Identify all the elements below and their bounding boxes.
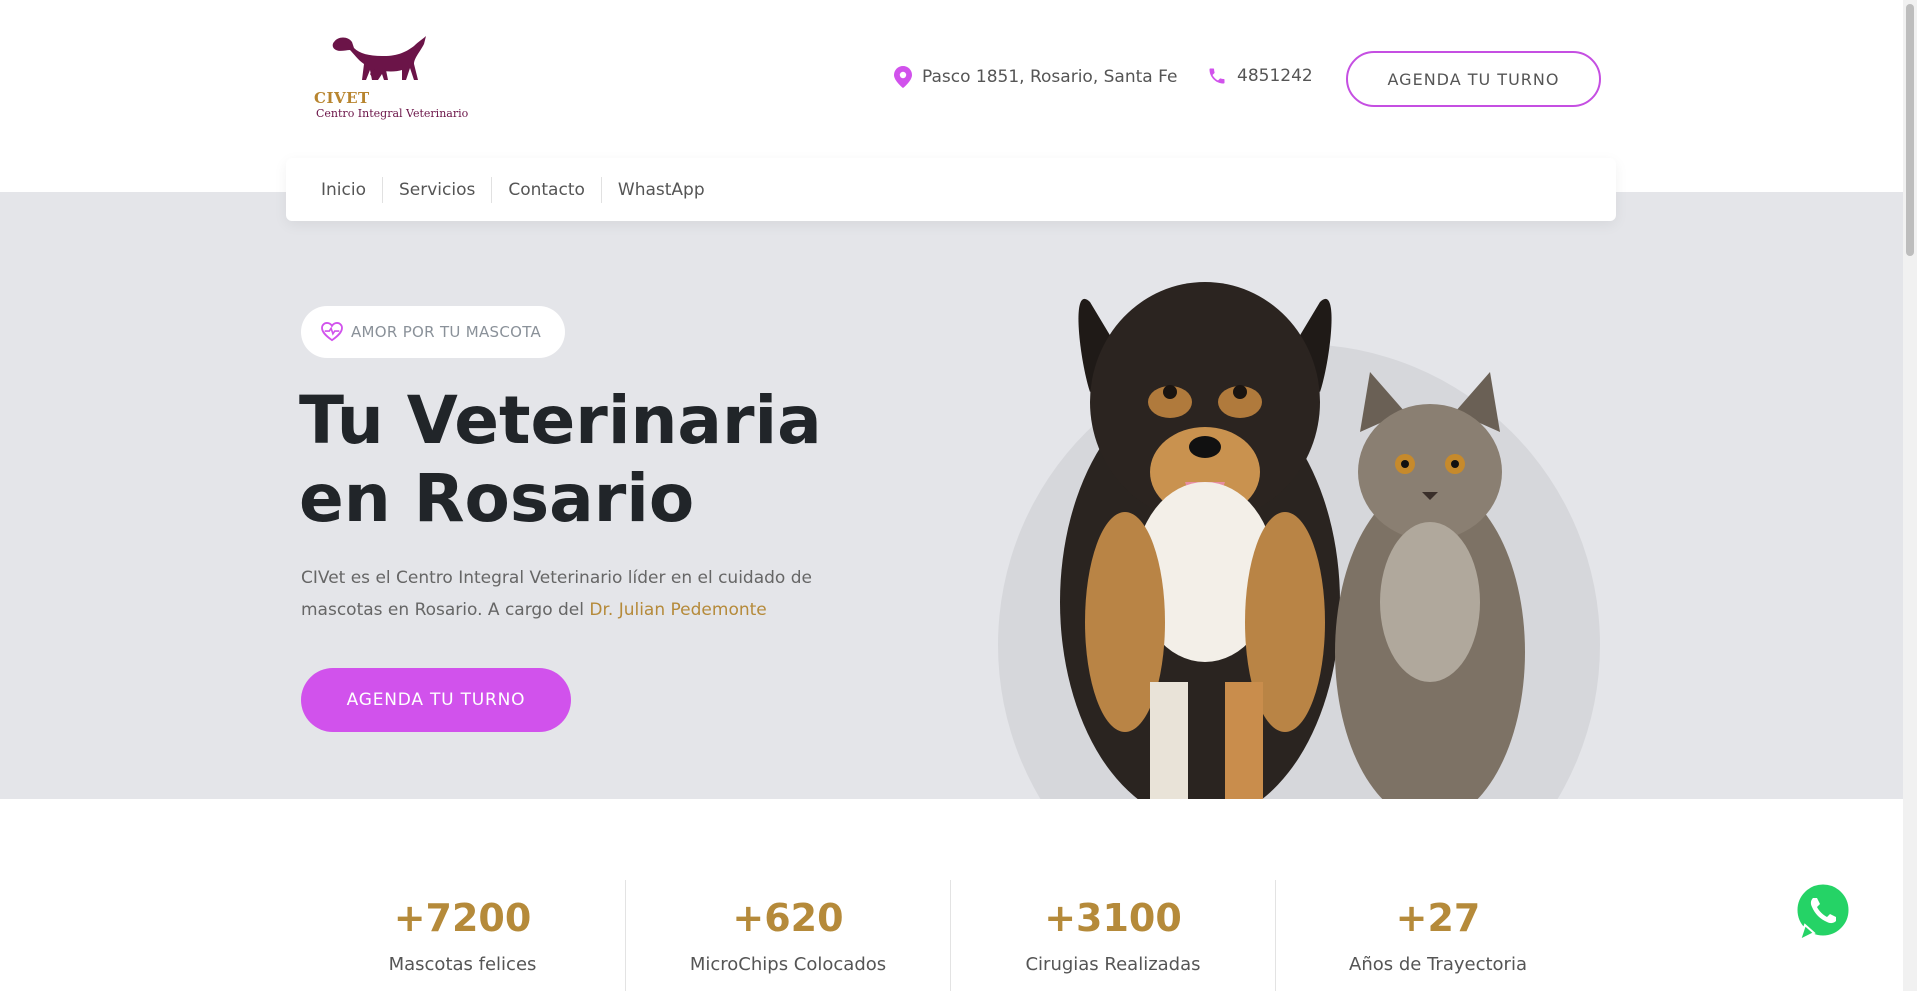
stat-value: +3100 [1044,896,1182,940]
scrollbar-thumb[interactable] [1906,4,1914,256]
stat-item: +620 MicroChips Colocados [625,880,950,991]
phone-text: 4851242 [1237,66,1313,86]
nav-item-contacto[interactable]: Contacto [491,176,601,203]
address-info: Pasco 1851, Rosario, Santa Fe [894,66,1177,88]
stat-label: MicroChips Colocados [689,954,887,975]
stat-item: +3100 Cirugias Realizadas [950,880,1275,991]
header-book-appointment-button[interactable]: AGENDA TU TURNO [1346,51,1601,107]
hero-badge: AMOR POR TU MASCOTA [301,306,565,358]
phone-icon [1209,68,1225,84]
stat-label: Años de Trayectoria [1349,954,1527,975]
nav-item-servicios[interactable]: Servicios [381,176,491,203]
dog-silhouette-icon [332,36,426,80]
nav-item-whatsapp[interactable]: WhastApp [600,176,721,203]
brand-name: CIVET [314,89,370,107]
phone-info[interactable]: 4851242 [1207,66,1313,86]
map-pin-icon [894,66,912,88]
stat-label: Mascotas felices [388,954,537,975]
address-text: Pasco 1851, Rosario, Santa Fe [922,67,1178,87]
nav-item-inicio[interactable]: Inicio [321,177,382,203]
dog-and-cat-image [1060,282,1525,799]
hero-title: Tu Veterinaria en Rosario [299,382,822,537]
hero-description: CIVet es el Centro Integral Veterinario … [301,562,861,626]
hero-badge-text: AMOR POR TU MASCOTA [351,323,542,341]
brand-logo[interactable]: CIVET Centro Integral Veterinario [314,34,468,124]
stat-item: +7200 Mascotas felices [300,880,625,991]
whatsapp-icon[interactable] [1790,878,1856,944]
page-scrollbar[interactable] [1903,0,1917,991]
hero-section: AMOR POR TU MASCOTA Tu Veterinaria en Ro… [0,192,1903,799]
doctor-link[interactable]: Dr. Julian Pedemonte [589,600,766,620]
brand-tagline: Centro Integral Veterinario [316,107,469,120]
stat-item: +27 Años de Trayectoria [1275,880,1600,991]
hero-book-appointment-button[interactable]: AGENDA TU TURNO [301,668,571,732]
stat-value: +27 [1395,896,1481,940]
main-navbar: Inicio Servicios Contacto WhastApp [286,158,1616,221]
stat-label: Cirugias Realizadas [1025,954,1201,975]
heart-pulse-icon [321,322,343,342]
stat-value: +7200 [393,896,532,940]
stats-section: +7200 Mascotas felices +620 MicroChips C… [300,880,1600,991]
stat-value: +620 [732,896,844,940]
